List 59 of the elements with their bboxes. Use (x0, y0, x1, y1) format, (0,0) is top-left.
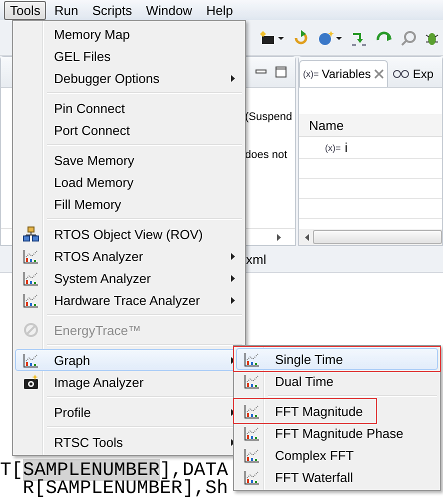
gauge-icon (23, 322, 39, 338)
tab-label: Variables (322, 67, 371, 81)
variable-name: i (344, 140, 348, 155)
tab-label: Exp (412, 67, 434, 81)
menu-item[interactable]: Fill Memory (15, 193, 243, 215)
menu-item[interactable]: RTOS Object View (ROV) (15, 223, 243, 245)
scroll-right-icon[interactable] (277, 234, 281, 240)
menu-item[interactable]: FFT Magnitude Phase (236, 422, 438, 444)
chart-icon (244, 404, 260, 418)
submenu-arrow-icon (231, 274, 235, 282)
restart-icon[interactable] (292, 28, 310, 46)
chart-icon (23, 352, 39, 368)
code-line: R[SAMPLENUMBER],Sh (22, 479, 230, 497)
menu-bar-item[interactable]: Window (140, 0, 198, 20)
menu-item[interactable]: Complex FFT (236, 444, 438, 466)
chart-icon (244, 470, 260, 484)
variables-icon: (x)= (303, 69, 319, 79)
chart-icon (244, 448, 260, 462)
variable-icon: (x)= (325, 142, 341, 152)
submenu-arrow-icon (231, 296, 235, 304)
submenu-arrow-icon (231, 252, 235, 260)
menu-bar-item[interactable]: Scripts (86, 0, 138, 20)
scrollbar-thumb[interactable] (313, 230, 442, 244)
chip-icon[interactable] (259, 28, 285, 46)
chart-icon (244, 426, 260, 440)
menu-item[interactable]: RTOS Analyzer (15, 245, 243, 267)
menu-item[interactable]: GEL Files (15, 45, 243, 67)
camera-icon (23, 374, 39, 390)
glasses-icon (392, 67, 410, 81)
menu-item[interactable]: Hardware Trace Analyzer (15, 289, 243, 311)
chart-icon (23, 292, 39, 308)
menu-item[interactable]: Debugger Options (15, 67, 243, 89)
close-icon[interactable] (374, 69, 384, 79)
chart-icon (244, 352, 260, 366)
hierarchy-icon (23, 226, 39, 242)
maximize-icon[interactable] (275, 66, 287, 78)
menu-bar-item[interactable]: Run (48, 0, 84, 20)
menu-item[interactable]: Single Time (236, 348, 438, 370)
editor-tab[interactable]: xml (246, 252, 266, 266)
menu-item[interactable]: Port Connect (15, 119, 243, 141)
view-tab[interactable]: Exp (388, 60, 438, 87)
menu-bar-item[interactable]: Help (200, 0, 239, 20)
view-tab[interactable]: (x)= Variables (299, 60, 388, 87)
debug-text: does not (245, 149, 288, 161)
scroll-left-icon[interactable] (305, 234, 309, 240)
debug-text: (Suspend (245, 111, 292, 123)
column-header[interactable]: Name (299, 114, 442, 137)
menu-item[interactable]: FFT Waterfall (236, 466, 438, 488)
menu-item[interactable]: Pin Connect (15, 97, 243, 119)
menu-item[interactable]: System Analyzer (15, 267, 243, 289)
menu-item[interactable]: Load Memory (15, 171, 243, 193)
menu-item[interactable]: FFT Magnitude (236, 400, 438, 422)
chart-icon (23, 248, 39, 264)
chart-icon (23, 270, 39, 286)
menu-bar-item[interactable]: Tools (4, 0, 46, 20)
chart-icon (244, 374, 260, 388)
submenu-arrow-icon (231, 74, 235, 82)
ball-icon[interactable] (317, 28, 343, 46)
menu-item[interactable]: Save Memory (15, 149, 243, 171)
